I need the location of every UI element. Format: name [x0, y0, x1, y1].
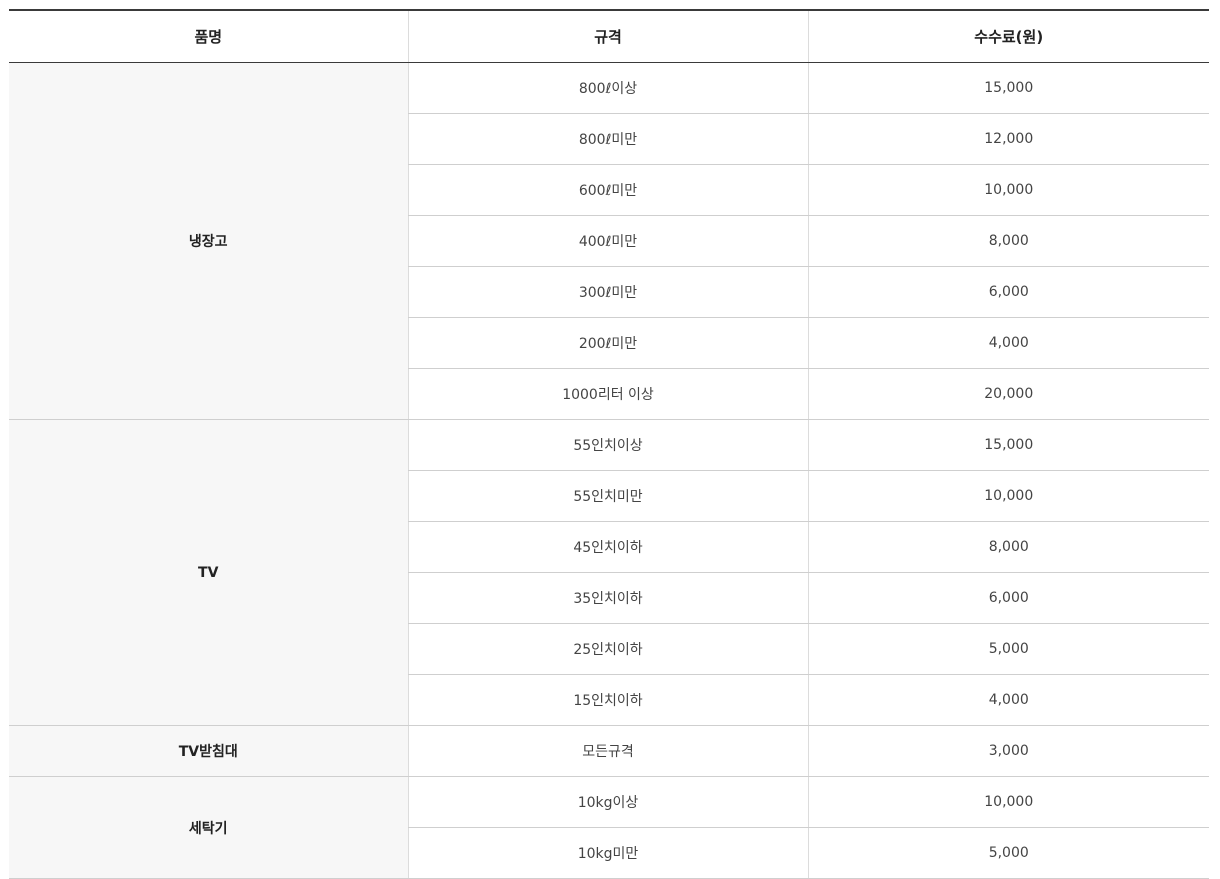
fee-cell: 10,000: [807, 164, 1209, 216]
fee-cell: 10,000: [807, 776, 1209, 828]
spec-cell: 400ℓ미만: [407, 215, 808, 267]
table-body: 냉장고 800ℓ이상 15,000 800ℓ미만 12,000 600ℓ미만 10,000 4…: [9, 62, 1209, 879]
fee-cell: 8,000: [807, 215, 1209, 267]
fee-cell: 12,000: [807, 113, 1209, 165]
fee-cell: 15,000: [807, 419, 1209, 471]
fee-cell: 6,000: [807, 572, 1209, 624]
spec-cell: 55인치미만: [407, 470, 808, 522]
fee-cell: 15,000: [807, 62, 1209, 114]
item-name-cell: 냉장고: [9, 62, 408, 420]
spec-cell: 800ℓ이상: [407, 62, 808, 114]
header-spec: 규격: [407, 10, 808, 63]
fee-cell: 3,000: [807, 725, 1209, 777]
fee-cell: 20,000: [807, 368, 1209, 420]
spec-cell: 55인치이상: [407, 419, 808, 471]
fee-cell: 10,000: [807, 470, 1209, 522]
fee-cell: 4,000: [807, 317, 1209, 369]
fee-cell: 8,000: [807, 521, 1209, 573]
fee-cell: 5,000: [807, 827, 1209, 879]
table-row: TV받침대 모든규격 3,000: [9, 725, 1209, 777]
spec-cell: 10kg이상: [407, 776, 808, 828]
fee-cell: 6,000: [807, 266, 1209, 318]
spec-cell: 300ℓ미만: [407, 266, 808, 318]
header-item: 품명: [9, 10, 408, 63]
item-name-cell: TV받침대: [9, 725, 408, 777]
table-row: 세탁기 10kg이상 10,000: [9, 776, 1209, 879]
spec-cell: 35인치이하: [407, 572, 808, 624]
spec-cell: 15인치이하: [407, 674, 808, 726]
fee-table: 품명 규격 수수료(원) 냉장고 800ℓ이상 15,000 800ℓ미만 12,000…: [9, 9, 1209, 879]
spec-cell: 200ℓ미만: [407, 317, 808, 369]
table-header: 품명 규격 수수료(원): [9, 10, 1209, 63]
fee-cell: 4,000: [807, 674, 1209, 726]
spec-cell: 800ℓ미만: [407, 113, 808, 165]
spec-cell: 10kg미만: [407, 827, 808, 879]
spec-cell: 모든규격: [407, 725, 808, 777]
table-row: TV 55인치이상 15,000: [9, 419, 1209, 726]
item-name-cell: TV: [9, 419, 408, 726]
item-name-cell: 세탁기: [9, 776, 408, 879]
spec-cell: 1000리터 이상: [407, 368, 808, 420]
table-row: 냉장고 800ℓ이상 15,000: [9, 62, 1209, 420]
spec-cell: 25인치이하: [407, 623, 808, 675]
spec-cell: 600ℓ미만: [407, 164, 808, 216]
header-fee: 수수료(원): [807, 10, 1209, 63]
header-row: 품명 규격 수수료(원): [9, 10, 1209, 63]
fee-cell: 5,000: [807, 623, 1209, 675]
spec-cell: 45인치이하: [407, 521, 808, 573]
